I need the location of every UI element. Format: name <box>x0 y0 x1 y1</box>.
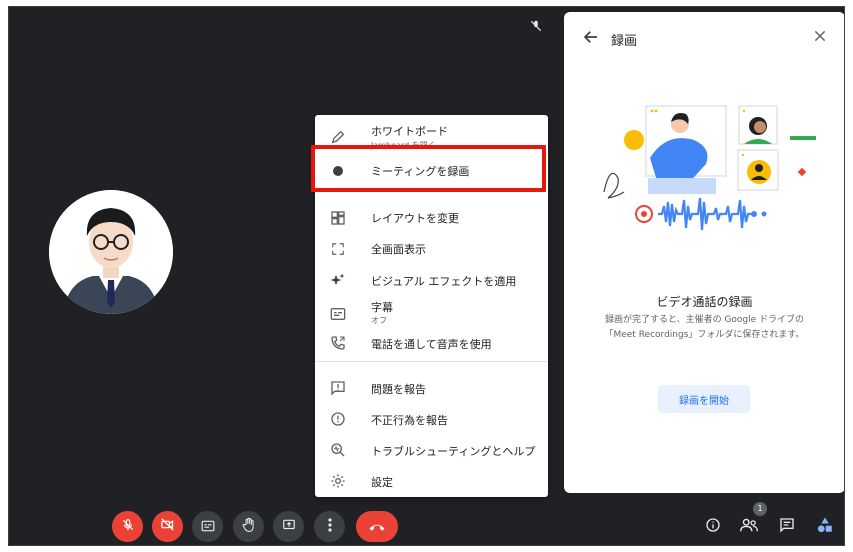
feedback-icon <box>327 377 349 399</box>
mic-off-icon <box>527 19 545 37</box>
captions-icon <box>201 517 215 536</box>
mic-toggle-button[interactable] <box>112 511 143 542</box>
menu-item-settings[interactable]: 設定 <box>315 467 548 495</box>
participant-avatar <box>49 190 173 314</box>
menu-item-troubleshoot-help[interactable]: トラブルシューティングとヘルプ <box>315 436 548 464</box>
present-screen-button[interactable] <box>273 511 304 542</box>
camera-toggle-button[interactable] <box>152 511 183 542</box>
menu-item-label: レイアウトを変更 <box>371 212 459 225</box>
troubleshoot-icon <box>327 439 349 461</box>
people-icon <box>740 517 758 537</box>
sparkle-icon <box>327 269 349 291</box>
leave-call-button[interactable] <box>356 511 398 542</box>
meeting-info-button[interactable] <box>701 515 725 539</box>
menu-item-label: 不正行為を報告 <box>371 414 448 427</box>
panel-heading: ビデオ通話の録画 <box>656 295 753 309</box>
start-recording-button[interactable]: 録画を開始 <box>658 385 750 413</box>
menu-divider <box>315 361 548 362</box>
menu-item-label: ホワイトボード <box>371 125 448 138</box>
menu-item-label: 設定 <box>371 476 393 489</box>
menu-item-phone-audio[interactable]: 電話を通して音声を使用 <box>315 329 548 357</box>
menu-item-record-meeting[interactable]: ミーティングを録画 <box>315 153 548 189</box>
recording-panel: 録画 ビデオ通話の録画 録画が完了すると、主催者の Google ドライブの「M… <box>564 12 844 493</box>
menu-item-label: ミーティングを録画 <box>371 165 470 178</box>
record-dot-icon <box>327 160 349 182</box>
more-options-menu: ホワイトボード Jamboard を開く ミーティングを録画 レイアウトを変更 … <box>315 115 548 497</box>
mic-off-icon <box>121 517 135 536</box>
menu-item-fullscreen[interactable]: 全画面表示 <box>315 235 548 263</box>
gear-icon <box>327 470 349 492</box>
chat-button[interactable] <box>775 515 799 539</box>
captions-button[interactable] <box>192 511 223 542</box>
menu-item-captions[interactable]: 字幕 オフ <box>315 297 548 331</box>
phone-icon <box>327 332 349 354</box>
people-button[interactable] <box>737 515 761 539</box>
menu-item-change-layout[interactable]: レイアウトを変更 <box>315 204 548 232</box>
camera-off-icon <box>160 517 175 536</box>
menu-item-label: 全画面表示 <box>371 243 426 256</box>
more-options-button[interactable] <box>314 511 345 542</box>
menu-item-whiteboard[interactable]: ホワイトボード Jamboard を開く <box>315 121 548 153</box>
more-vert-icon <box>327 517 332 536</box>
captions-icon <box>327 303 349 325</box>
menu-item-report-abuse[interactable]: 不正行為を報告 <box>315 405 548 433</box>
activities-button[interactable] <box>813 515 837 539</box>
raise-hand-button[interactable] <box>233 511 264 542</box>
menu-item-sublabel: Jamboard を開く <box>371 141 436 150</box>
hangup-icon <box>368 517 386 536</box>
menu-item-sublabel: オフ <box>371 316 387 325</box>
fullscreen-icon <box>327 238 349 260</box>
alert-icon <box>327 408 349 430</box>
recording-illustration <box>603 105 816 231</box>
menu-item-label: 電話を通して音声を使用 <box>371 338 492 351</box>
meeting-stage: ホワイトボード Jamboard を開く ミーティングを録画 レイアウトを変更 … <box>8 6 845 546</box>
info-icon <box>705 517 721 537</box>
hand-icon <box>242 517 256 537</box>
chat-icon <box>779 517 795 537</box>
panel-description: 録画が完了すると、主催者の Google ドライブの「Meet Recordin… <box>604 315 805 340</box>
layout-icon <box>327 207 349 229</box>
back-arrow-icon[interactable] <box>582 28 602 48</box>
participant-count-badge: 1 <box>753 502 767 516</box>
close-icon[interactable] <box>812 28 832 48</box>
menu-item-visual-effects[interactable]: ビジュアル エフェクトを適用 <box>315 266 548 294</box>
panel-title: 録画 <box>611 34 638 49</box>
menu-item-report-problem[interactable]: 問題を報告 <box>315 374 548 402</box>
menu-item-label: 字幕 <box>371 301 393 314</box>
menu-item-label: トラブルシューティングとヘルプ <box>371 445 536 458</box>
present-icon <box>282 517 296 536</box>
menu-item-label: ビジュアル エフェクトを適用 <box>371 275 517 288</box>
menu-item-label: 問題を報告 <box>371 383 426 396</box>
activities-icon <box>816 516 834 538</box>
pen-icon <box>327 126 349 148</box>
